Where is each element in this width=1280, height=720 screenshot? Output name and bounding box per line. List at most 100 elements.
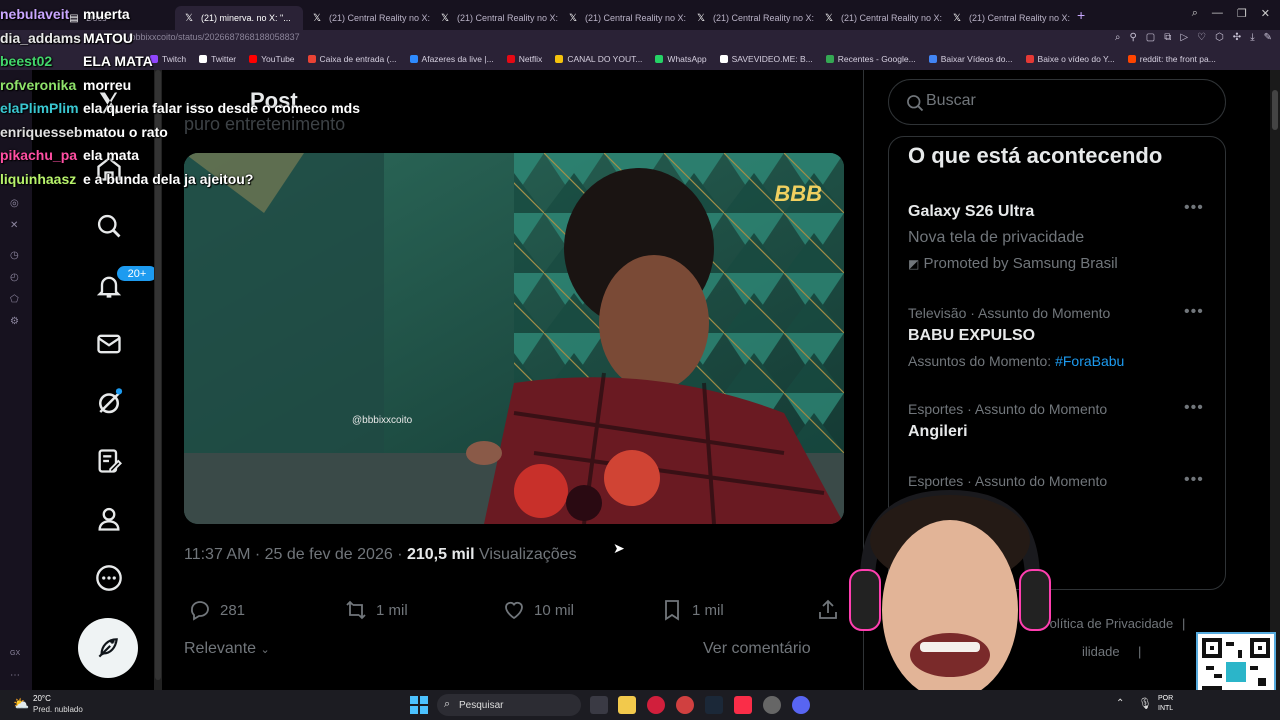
opera-gx-icon[interactable] (647, 696, 665, 714)
browser-tab-bar: ▤ Docs 𝕏 (21) minerva. no X: "... 𝕏 (21)… (0, 0, 1280, 30)
explore-search-icon[interactable] (94, 211, 124, 241)
clock-icon[interactable]: ◴ (10, 272, 19, 283)
browser-tab-active[interactable]: 𝕏 (21) minerva. no X: "... (175, 6, 303, 30)
ai-icon[interactable]: ✎ (1264, 32, 1272, 43)
pin-icon[interactable]: ⚲ (1129, 32, 1136, 43)
settings-icon[interactable]: ⚙ (10, 316, 19, 327)
bookmark-item[interactable]: CANAL DO YOUT... (555, 54, 642, 64)
trend-name: Galaxy S26 Ultra (908, 203, 1035, 220)
steam-icon[interactable] (705, 696, 723, 714)
weather-icon: ⛅ (13, 696, 30, 711)
footer-link-privacy[interactable]: Política de Privacidade (1041, 616, 1173, 631)
nav-scrollbar[interactable] (154, 70, 162, 690)
bookmark-count: 1 mil (692, 601, 724, 619)
messages-mail-icon[interactable] (94, 329, 124, 359)
bookmark-button[interactable]: 1 mil (660, 598, 724, 622)
more-options-icon[interactable]: ••• (1184, 199, 1204, 217)
more-options-icon[interactable] (94, 563, 124, 593)
extensions-icon[interactable]: ⧉ (1164, 32, 1171, 43)
grok-icon[interactable] (94, 387, 124, 417)
bookmark-item[interactable]: SAVEVIDEO.ME: B... (719, 54, 813, 64)
like-button[interactable]: 10 mil (502, 598, 574, 622)
browser-tab[interactable]: 𝕏 (21) Central Reality no X: (559, 6, 687, 30)
sort-replies-dropdown[interactable]: Relevante ⌄ (184, 640, 270, 658)
lists-icon[interactable] (94, 446, 124, 476)
minimize-icon[interactable]: — (1212, 7, 1223, 20)
page-scrollbar[interactable] (1270, 70, 1280, 690)
windows-start-icon[interactable] (410, 696, 428, 714)
bookmark-item[interactable]: Afazeres da live |... (409, 54, 494, 64)
extensions-icon[interactable]: ⬠ (10, 294, 19, 305)
history-icon[interactable]: ◷ (10, 250, 19, 261)
language-indicator[interactable]: POR INTL (1158, 694, 1173, 714)
tray-chevron-icon[interactable]: ⌃ (1116, 698, 1124, 709)
post-video[interactable]: BBB @bbbixxcoito (184, 153, 844, 524)
main-column: ← Post puro entretenimento BBB @bbbixxco… (162, 70, 864, 690)
view-comments-link[interactable]: Ver comentário (703, 640, 811, 658)
chat-text: muerta (83, 6, 130, 22)
heart-icon[interactable]: ♡ (1197, 32, 1206, 43)
more-options-icon[interactable]: ••• (1184, 303, 1204, 321)
bookmark-item[interactable]: Baixar Vídeos do... (928, 54, 1013, 64)
more-options-icon[interactable]: ••• (1184, 471, 1204, 489)
trend-hashtag-link[interactable]: #ForaBabu (1055, 353, 1124, 369)
x-logo-icon: 𝕏 (568, 12, 578, 24)
bookmark-item[interactable]: YouTube (249, 54, 295, 64)
x-logo-icon[interactable]: ✕ (10, 220, 18, 231)
cube-icon[interactable]: ⬡ (1215, 32, 1224, 43)
more-icon[interactable]: ⋯ (10, 670, 20, 681)
browser-tab[interactable]: 𝕏 (21) Central Reality no X: (431, 6, 559, 30)
app-icon[interactable] (676, 696, 694, 714)
task-view-icon[interactable] (590, 696, 608, 714)
compose-post-button[interactable] (78, 618, 138, 678)
bookmark-favicon-icon (249, 55, 258, 63)
bookmark-item[interactable]: Twitch (150, 54, 186, 64)
microphone-icon[interactable]: 🎙 (1138, 697, 1152, 710)
more-options-icon[interactable]: ••• (1184, 399, 1204, 417)
search-tabs-icon[interactable]: ⌕ (1192, 7, 1198, 20)
url-text[interactable]: /bbbixxcoito/status/2026687868188058837 (128, 32, 300, 42)
previous-post-text: puro entretenimento (184, 114, 346, 134)
repost-icon (346, 600, 366, 620)
bookmark-item[interactable]: Baixe o vídeo do Y... (1025, 54, 1115, 64)
repost-button[interactable]: 1 mil (344, 598, 408, 622)
discord-icon[interactable] (792, 696, 810, 714)
close-icon[interactable]: ✕ (1261, 7, 1270, 20)
maximize-icon[interactable]: ❐ (1237, 7, 1247, 20)
new-tab-icon[interactable]: + (1077, 7, 1085, 23)
footer-link-accessibility[interactable]: ilidade (1082, 644, 1120, 659)
browser-tab[interactable]: 𝕏 (21) Central Reality no X: (687, 6, 815, 30)
bookmark-item[interactable]: Recentes - Google... (825, 54, 916, 64)
file-explorer-icon[interactable] (618, 696, 636, 714)
taskbar-search-input[interactable]: ⌕ Pesquisar (437, 694, 581, 716)
whatsapp-icon[interactable]: ◎ (10, 198, 19, 209)
bookmark-item[interactable]: Twitter (199, 54, 236, 64)
trend-subtitle: Assuntos do Momento: #ForaBabu (908, 353, 1124, 369)
reply-button[interactable]: 281 (188, 598, 245, 622)
post-timestamp[interactable]: 11:37 AM · 25 de fev de 2026 · (184, 546, 407, 563)
feather-icon (98, 638, 118, 658)
app-icon[interactable] (763, 696, 781, 714)
bookmark-item[interactable]: WhatsApp (655, 54, 707, 64)
bookmark-item[interactable]: Netflix (506, 54, 542, 64)
reply-icon (191, 601, 209, 621)
bookmark-item[interactable]: Caixa de entrada (... (307, 54, 397, 64)
puzzle-icon[interactable]: ✣ (1233, 32, 1241, 43)
promoted-label: ◩ Promoted by Samsung Brasil (908, 255, 1118, 272)
snapshot-icon[interactable]: ▢ (1146, 32, 1155, 43)
gx-icon[interactable]: GX (10, 650, 20, 657)
download-icon[interactable]: ⤓ (1250, 32, 1254, 43)
trend-name: BABU EXPULSO (908, 327, 1036, 344)
browser-tab[interactable]: 𝕏 (21) Central Reality no X: (815, 6, 943, 30)
bookmark-favicon-icon (1127, 55, 1136, 63)
zoom-icon[interactable]: ⌕ (1115, 32, 1121, 43)
play-icon[interactable]: ▷ (1180, 32, 1188, 43)
bookmark-label: Baixe o vídeo do Y... (1037, 54, 1115, 64)
music-icon[interactable] (734, 696, 752, 714)
chat-username: rofveronika (0, 76, 77, 93)
browser-tab[interactable]: 𝕏 (21) Central Reality no X: (943, 6, 1071, 30)
profile-icon[interactable] (94, 504, 124, 534)
tab-label: (21) Central Reality no X: (585, 13, 687, 23)
browser-tab[interactable]: 𝕏 (21) Central Reality no X: (303, 6, 431, 30)
bookmark-item[interactable]: reddit: the front pa... (1127, 54, 1216, 64)
